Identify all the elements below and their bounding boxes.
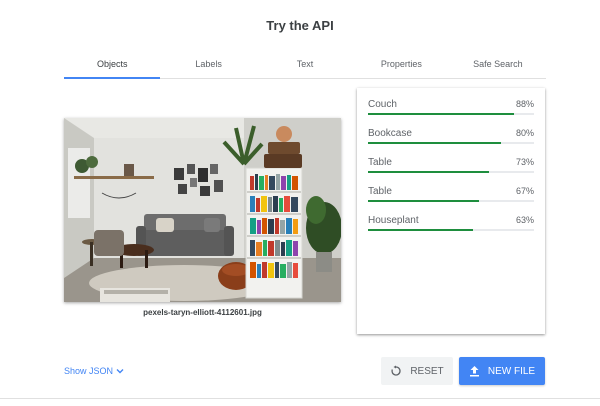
living-room-photo — [64, 118, 341, 302]
score-bar-track — [368, 229, 534, 231]
result-score: 63% — [515, 215, 534, 225]
score-bar-fill — [368, 142, 501, 144]
result-label: Houseplant — [368, 215, 419, 226]
tab-bar: Objects Labels Text Properties Safe Sear… — [64, 52, 546, 79]
upload-icon — [469, 366, 479, 377]
show-json-toggle[interactable]: Show JSON — [64, 366, 125, 376]
image-filename: pexels-taryn-elliott-4112601.jpg — [143, 308, 262, 317]
tab-labels[interactable]: Labels — [160, 52, 256, 78]
result-row-table-1[interactable]: Table 73% — [368, 157, 534, 177]
bottom-divider — [0, 398, 600, 399]
result-score: 67% — [515, 186, 534, 196]
new-file-button[interactable]: NEW FILE — [459, 357, 545, 385]
new-file-label: NEW FILE — [487, 365, 536, 377]
score-bar-fill — [368, 200, 480, 202]
result-row-bookcase[interactable]: Bookcase 80% — [368, 128, 534, 148]
tab-text[interactable]: Text — [257, 52, 353, 78]
result-score: 73% — [515, 157, 534, 167]
result-row-couch[interactable]: Couch 88% — [368, 99, 534, 119]
score-bar-fill — [368, 229, 473, 231]
results-panel: Couch 88% Bookcase 80% Table 73% Table 6… — [357, 88, 545, 334]
score-bar-track — [368, 142, 534, 144]
tab-properties[interactable]: Properties — [353, 52, 449, 78]
result-row-houseplant[interactable]: Houseplant 63% — [368, 215, 534, 235]
page-title: Try the API — [266, 18, 334, 33]
score-bar-fill — [368, 171, 490, 173]
reset-icon — [391, 365, 401, 376]
result-row-table-2[interactable]: Table 67% — [368, 186, 534, 206]
score-bar-track — [368, 200, 534, 202]
reset-label: RESET — [410, 365, 444, 377]
reset-button[interactable]: RESET — [381, 357, 453, 385]
score-bar-track — [368, 171, 534, 173]
result-label: Table — [368, 186, 392, 197]
result-label: Couch — [368, 99, 397, 110]
chevron-down-icon — [116, 369, 124, 374]
tab-objects[interactable]: Objects — [64, 52, 161, 79]
result-label: Bookcase — [368, 128, 412, 139]
score-bar-track — [368, 113, 534, 115]
result-label: Table — [368, 157, 392, 168]
tab-safe-search[interactable]: Safe Search — [450, 52, 546, 78]
result-score: 88% — [515, 99, 534, 109]
analyzed-image — [64, 118, 341, 302]
score-bar-fill — [368, 113, 515, 115]
show-json-label: Show JSON — [64, 366, 114, 376]
result-score: 80% — [515, 128, 534, 138]
